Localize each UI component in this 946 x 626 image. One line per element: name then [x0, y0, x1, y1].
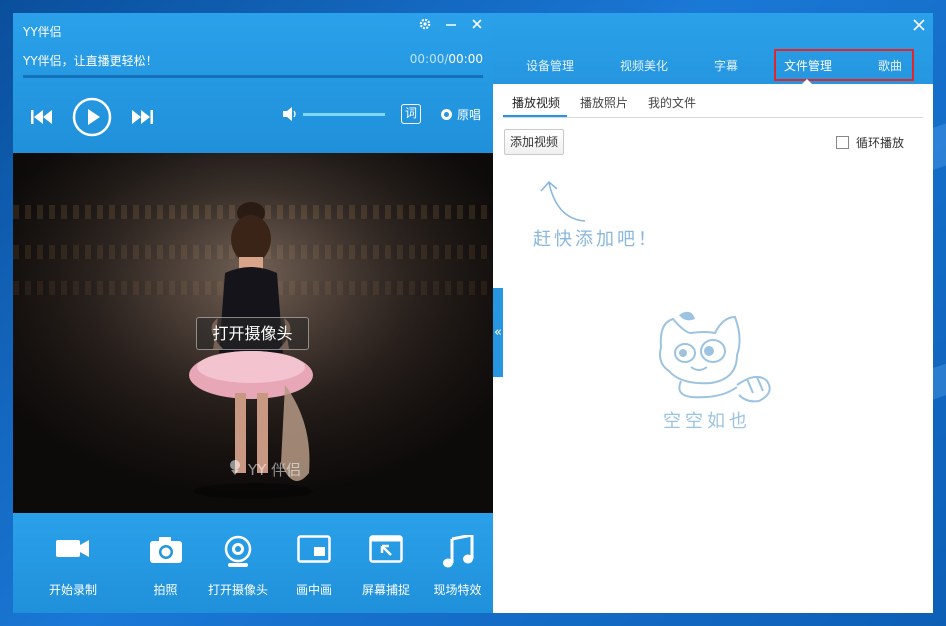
empty-state-text: 空空如也	[663, 411, 751, 432]
close-icon[interactable]	[469, 17, 485, 33]
player-header: YY伴侣 YY伴侣，让直播更轻松！ 00:00/00:00 词 原唱	[13, 13, 493, 153]
add-hint-text: 赶快添加吧！	[533, 229, 659, 250]
watermark: YY 伴侣	[226, 458, 301, 480]
tab-video-beautify[interactable]: 视频美化	[620, 57, 668, 74]
tool-label: 画中画	[295, 583, 332, 597]
yy-logo-icon	[226, 458, 244, 480]
subtab-my-files[interactable]: 我的文件	[648, 94, 696, 111]
play-button[interactable]	[72, 97, 112, 141]
screen-capture-icon	[369, 535, 403, 567]
live-effects-button[interactable]: 现场特效	[422, 513, 493, 613]
watermark-text: YY 伴侣	[248, 460, 302, 479]
volume-slider[interactable]	[303, 113, 385, 116]
tool-label: 屏幕捕捉	[361, 583, 410, 597]
take-photo-button[interactable]: 拍照	[133, 513, 198, 613]
next-track-icon[interactable]	[131, 109, 153, 128]
video-preview: 打开摄像头 YY 伴侣	[13, 153, 493, 513]
arrow-hint-icon	[540, 180, 586, 222]
panel-close-icon[interactable]	[913, 17, 925, 35]
open-camera-button[interactable]: 打开摄像头	[198, 513, 278, 613]
volume-speaker-icon[interactable]	[283, 106, 299, 125]
add-video-button[interactable]: 添加视频	[504, 129, 564, 155]
video-camera-icon	[55, 535, 91, 565]
player-subtitle: YY伴侣，让直播更轻松！	[23, 54, 158, 68]
time-current: 00:00	[409, 52, 445, 66]
tab-device-management[interactable]: 设备管理	[526, 57, 574, 74]
music-note-icon	[442, 533, 474, 573]
tool-label: 打开摄像头	[207, 583, 268, 597]
file-management-panel: 设备管理 视频美化 字幕 文件管理 歌曲 播放视频 播放照片 我的文件 添加视频…	[493, 13, 933, 613]
screen-capture-button[interactable]: 屏幕捕捉	[350, 513, 422, 613]
original-vocal-label: 原唱	[457, 108, 482, 122]
tab-subtitles[interactable]: 字幕	[714, 57, 738, 74]
collapse-panel-button[interactable]: «	[493, 288, 503, 377]
subtab-play-photos[interactable]: 播放照片	[580, 94, 628, 111]
player-window: YY伴侣 YY伴侣，让直播更轻松！ 00:00/00:00 词 原唱 打开摄像头…	[13, 13, 493, 613]
picture-in-picture-button[interactable]: 画中画	[278, 513, 350, 613]
loop-play-label: 循环播放	[856, 136, 905, 150]
picture-in-picture-icon	[297, 535, 331, 567]
photo-camera-icon	[149, 535, 183, 569]
tool-label: 现场特效	[433, 583, 482, 597]
tool-bar: 开始录制 拍照 打开摄像头 画中画 屏幕捕捉 现场特效	[13, 513, 493, 613]
previous-track-icon[interactable]	[31, 109, 53, 128]
settings-gear-icon[interactable]	[417, 17, 433, 33]
tool-label: 开始录制	[48, 583, 97, 597]
panel-header: 设备管理 视频美化 字幕 文件管理 歌曲	[493, 13, 933, 84]
subtab-bar: 播放视频 播放照片 我的文件	[503, 84, 923, 118]
time-display: 00:00/00:00	[410, 52, 483, 66]
original-vocal-radio[interactable]	[441, 109, 452, 120]
lyrics-button[interactable]: 词	[401, 104, 421, 124]
progress-bar[interactable]	[23, 75, 483, 78]
loop-play-checkbox[interactable]	[836, 136, 849, 149]
raccoon-mascot-icon	[659, 311, 771, 403]
window-controls	[417, 17, 485, 33]
subtab-play-video[interactable]: 播放视频	[512, 94, 560, 111]
minimize-icon[interactable]	[443, 17, 459, 33]
start-recording-button[interactable]: 开始录制	[13, 513, 133, 613]
open-camera-overlay-button[interactable]: 打开摄像头	[196, 317, 309, 350]
webcam-icon	[223, 535, 253, 573]
time-total: 00:00	[448, 52, 483, 66]
highlight-box	[774, 49, 914, 81]
tool-label: 拍照	[153, 583, 178, 597]
window-title: YY伴侣	[23, 25, 62, 39]
subtab-active-underline	[503, 115, 567, 117]
